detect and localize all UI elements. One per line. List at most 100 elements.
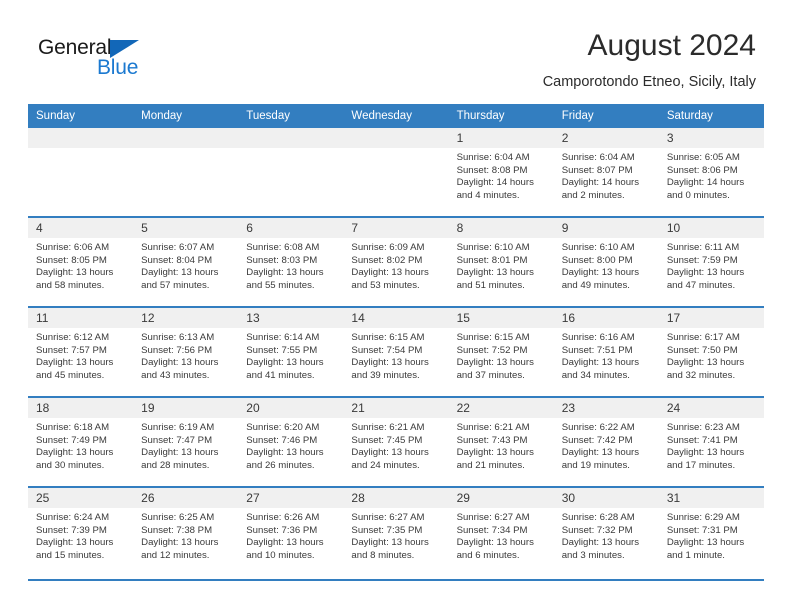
calendar-page: General Blue August 2024 Camporotondo Et…	[0, 0, 792, 612]
calendar-day-cell[interactable]: 20 Sunrise: 6:20 AM Sunset: 7:46 PM Dayligh…	[238, 396, 344, 487]
sunrise-text: Sunrise: 6:25 AM	[141, 512, 215, 523]
calendar-day-cell[interactable]: 21 Sunrise: 6:21 AM Sunset: 7:45 PM Dayligh…	[343, 396, 449, 487]
day-number: 23	[553, 398, 659, 418]
sunset-text: Sunset: 7:59 PM	[666, 254, 738, 266]
calendar-day-cell[interactable]: 9 Sunrise: 6:10 AM Sunset: 8:00 PM Daylight…	[553, 216, 659, 307]
day-details: Sunrise: 6:04 AM Sunset: 8:07 PM Daylight:…	[554, 148, 659, 202]
sunset-text: Sunset: 7:49 PM	[36, 434, 107, 446]
calendar-day-cell[interactable]: 10 Sunrise: 6:11 AM Sunset: 7:59 PM Dayligh…	[658, 216, 764, 307]
calendar-day-cell[interactable]: 2 Sunrise: 6:04 AM Sunset: 8:07 PM Daylight…	[553, 128, 659, 217]
sunset-text: Sunset: 8:03 PM	[246, 254, 318, 266]
day-details: Sunrise: 6:15 AM Sunset: 7:54 PM Daylight:…	[343, 328, 448, 382]
weekday-header-friday: Friday	[553, 104, 659, 128]
sunset-text: Sunset: 8:08 PM	[456, 164, 528, 176]
daylight-text: Daylight: 13 hours and 8 minutes.	[351, 537, 429, 561]
sunrise-text: Sunrise: 6:10 AM	[456, 242, 530, 253]
daylight-text: Daylight: 13 hours and 47 minutes.	[666, 267, 745, 291]
daylight-text: Daylight: 13 hours and 49 minutes.	[561, 267, 640, 291]
calendar-day-cell[interactable]: 14 Sunrise: 6:15 AM Sunset: 7:54 PM Dayligh…	[343, 306, 449, 397]
day-details: Sunrise: 6:13 AM Sunset: 7:56 PM Daylight:…	[133, 328, 238, 382]
calendar-week-row: 11 Sunrise: 6:12 AM Sunset: 7:57 PM Dayligh…	[28, 306, 764, 397]
calendar-day-cell[interactable]: 30 Sunrise: 6:28 AM Sunset: 7:32 PM Dayligh…	[553, 486, 659, 576]
sunset-text: Sunset: 7:51 PM	[561, 344, 633, 356]
calendar-day-cell[interactable]: 26 Sunrise: 6:25 AM Sunset: 7:38 PM Dayligh…	[133, 486, 239, 576]
calendar-day-cell[interactable]: 31 Sunrise: 6:29 AM Sunset: 7:31 PM Dayligh…	[658, 486, 764, 576]
calendar-day-cell[interactable]: 4 Sunrise: 6:06 AM Sunset: 8:05 PM Daylight…	[28, 216, 134, 307]
sunset-text: Sunset: 8:02 PM	[351, 254, 423, 266]
daylight-text: Daylight: 13 hours and 51 minutes.	[456, 267, 534, 291]
day-number: 18	[28, 398, 134, 418]
sunrise-text: Sunrise: 6:20 AM	[246, 422, 320, 433]
calendar-day-cell[interactable]: 17 Sunrise: 6:17 AM Sunset: 7:50 PM Dayligh…	[658, 306, 764, 397]
sunset-text: Sunset: 7:39 PM	[36, 524, 107, 536]
sunrise-text: Sunrise: 6:12 AM	[36, 332, 110, 343]
sunrise-text: Sunrise: 6:15 AM	[351, 332, 425, 343]
day-details: Sunrise: 6:12 AM Sunset: 7:57 PM Daylight:…	[28, 328, 133, 382]
sunset-text: Sunset: 7:43 PM	[456, 434, 528, 446]
calendar-day-cell[interactable]: 12 Sunrise: 6:13 AM Sunset: 7:56 PM Dayligh…	[133, 306, 239, 397]
sunrise-text: Sunrise: 6:06 AM	[36, 242, 110, 253]
calendar-body: 1 Sunrise: 6:04 AM Sunset: 8:08 PM Daylight…	[28, 128, 764, 576]
calendar-day-cell[interactable]: 25 Sunrise: 6:24 AM Sunset: 7:39 PM Dayligh…	[28, 486, 134, 576]
calendar-day-cell[interactable]: 24 Sunrise: 6:23 AM Sunset: 7:41 PM Dayligh…	[658, 396, 764, 487]
sunrise-text: Sunrise: 6:05 AM	[666, 152, 740, 163]
logo-text-blue: Blue	[97, 56, 139, 79]
calendar-day-cell[interactable]: 15 Sunrise: 6:15 AM Sunset: 7:52 PM Dayligh…	[448, 306, 554, 397]
calendar-day-cell[interactable]: 8 Sunrise: 6:10 AM Sunset: 8:01 PM Daylight…	[448, 216, 554, 307]
day-details: Sunrise: 6:10 AM Sunset: 8:00 PM Daylight:…	[554, 238, 659, 292]
day-number: 22	[448, 398, 554, 418]
sunset-text: Sunset: 7:32 PM	[561, 524, 633, 536]
daylight-text: Daylight: 13 hours and 55 minutes.	[246, 267, 324, 291]
calendar-day-cell[interactable]: 19 Sunrise: 6:19 AM Sunset: 7:47 PM Dayligh…	[133, 396, 239, 487]
day-details: Sunrise: 6:21 AM Sunset: 7:45 PM Daylight:…	[343, 418, 448, 472]
sunrise-text: Sunrise: 6:21 AM	[351, 422, 425, 433]
day-details: Sunrise: 6:11 AM Sunset: 7:59 PM Daylight:…	[659, 238, 764, 292]
sunrise-text: Sunrise: 6:26 AM	[246, 512, 320, 523]
sunrise-text: Sunrise: 6:19 AM	[141, 422, 215, 433]
calendar-day-cell[interactable]: 16 Sunrise: 6:16 AM Sunset: 7:51 PM Dayligh…	[553, 306, 659, 397]
day-number: 2	[553, 128, 659, 148]
weekday-header-monday: Monday	[133, 104, 239, 128]
day-number: 25	[28, 488, 134, 508]
calendar-day-cell[interactable]: 5 Sunrise: 6:07 AM Sunset: 8:04 PM Daylight…	[133, 216, 239, 307]
calendar-day-cell[interactable]: 6 Sunrise: 6:08 AM Sunset: 8:03 PM Daylight…	[238, 216, 344, 307]
calendar-day-cell[interactable]: 11 Sunrise: 6:12 AM Sunset: 7:57 PM Dayligh…	[28, 306, 134, 397]
calendar-day-cell[interactable]: 18 Sunrise: 6:18 AM Sunset: 7:49 PM Dayligh…	[28, 396, 134, 487]
day-number: 3	[658, 128, 764, 148]
daylight-text: Daylight: 13 hours and 19 minutes.	[561, 447, 640, 471]
sunset-text: Sunset: 7:52 PM	[456, 344, 528, 356]
calendar-day-cell[interactable]: 27 Sunrise: 6:26 AM Sunset: 7:36 PM Dayligh…	[238, 486, 344, 576]
calendar-day-cell[interactable]: 3 Sunrise: 6:05 AM Sunset: 8:06 PM Daylight…	[658, 128, 764, 217]
daylight-text: Daylight: 13 hours and 58 minutes.	[36, 267, 114, 291]
sunset-text: Sunset: 7:31 PM	[666, 524, 738, 536]
day-number: 20	[238, 398, 344, 418]
calendar-day-cell[interactable]: 29 Sunrise: 6:27 AM Sunset: 7:34 PM Dayligh…	[448, 486, 554, 576]
day-details: Sunrise: 6:27 AM Sunset: 7:34 PM Daylight:…	[449, 508, 554, 562]
day-number: 15	[448, 308, 554, 328]
weekday-header-saturday: Saturday	[658, 104, 764, 128]
calendar-day-cell[interactable]: 13 Sunrise: 6:14 AM Sunset: 7:55 PM Dayligh…	[238, 306, 344, 397]
calendar-day-cell[interactable]: 23 Sunrise: 6:22 AM Sunset: 7:42 PM Dayligh…	[553, 396, 659, 487]
day-number	[28, 128, 134, 148]
calendar-day-cell[interactable]: 28 Sunrise: 6:27 AM Sunset: 7:35 PM Dayligh…	[343, 486, 449, 576]
day-details: Sunrise: 6:26 AM Sunset: 7:36 PM Daylight:…	[238, 508, 343, 562]
calendar-day-cell[interactable]: 7 Sunrise: 6:09 AM Sunset: 8:02 PM Daylight…	[343, 216, 449, 307]
general-blue-logo[interactable]: General Blue	[38, 36, 188, 90]
sunset-text: Sunset: 8:06 PM	[666, 164, 738, 176]
sunset-text: Sunset: 7:34 PM	[456, 524, 528, 536]
sunset-text: Sunset: 7:57 PM	[36, 344, 107, 356]
day-number: 1	[448, 128, 554, 148]
day-details: Sunrise: 6:10 AM Sunset: 8:01 PM Daylight:…	[449, 238, 554, 292]
calendar-day-cell[interactable]: 22 Sunrise: 6:21 AM Sunset: 7:43 PM Dayligh…	[448, 396, 554, 487]
daylight-text: Daylight: 13 hours and 32 minutes.	[666, 357, 745, 381]
day-number	[133, 128, 239, 148]
day-number: 12	[133, 308, 239, 328]
calendar-week-row: 25 Sunrise: 6:24 AM Sunset: 7:39 PM Dayligh…	[28, 486, 764, 576]
sunrise-text: Sunrise: 6:18 AM	[36, 422, 110, 433]
sunset-text: Sunset: 8:00 PM	[561, 254, 633, 266]
calendar-day-cell-empty	[238, 128, 344, 217]
calendar-header-row: Sunday Monday Tuesday Wednesday Thursday…	[28, 104, 764, 128]
calendar-day-cell[interactable]: 1 Sunrise: 6:04 AM Sunset: 8:08 PM Daylight…	[448, 128, 554, 217]
sunrise-text: Sunrise: 6:28 AM	[561, 512, 635, 523]
sunrise-text: Sunrise: 6:27 AM	[351, 512, 425, 523]
